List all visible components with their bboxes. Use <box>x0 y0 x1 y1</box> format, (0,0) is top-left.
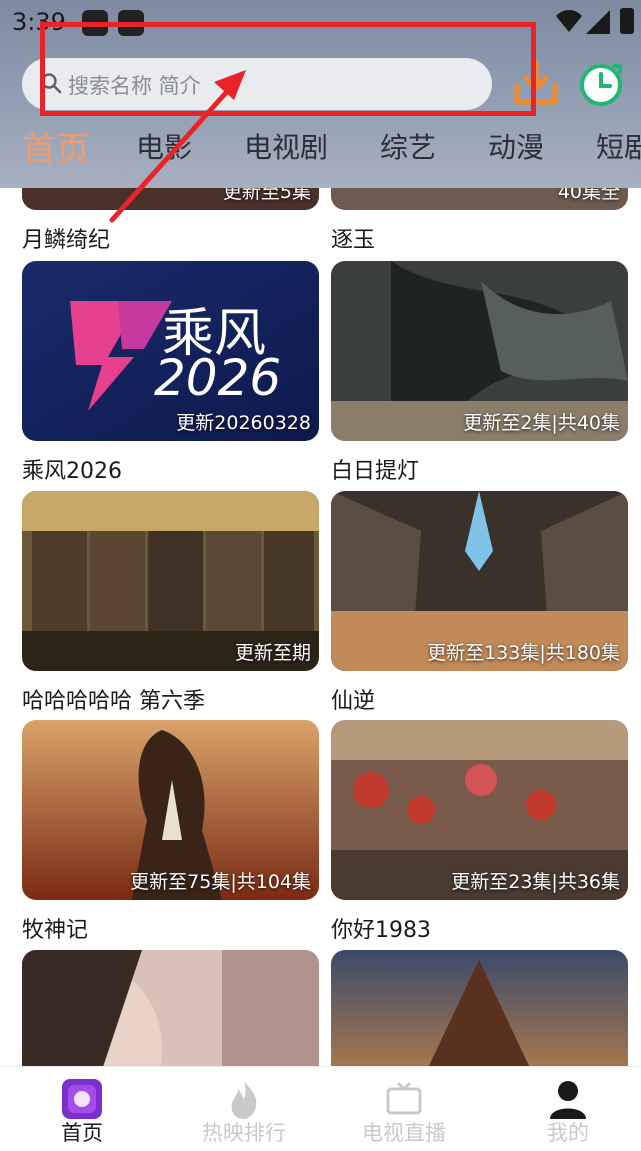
annotation-arrow <box>109 70 246 223</box>
video-thumbnail[interactable] <box>22 950 319 1066</box>
update-badge: 更新至23集|共36集 <box>451 871 620 893</box>
poster-image <box>22 950 319 1066</box>
video-title: 哈哈哈哈哈 第六季 <box>22 689 205 714</box>
video-thumbnail[interactable]: 更新至23集|共36集 <box>331 720 628 900</box>
video-title: 牧神记 <box>22 918 89 943</box>
bottom-navigation: 首页 热映排行 电视直播 我的 <box>0 1066 641 1151</box>
video-thumbnail[interactable]: 更新至期 <box>22 491 319 671</box>
video-title: 白日提灯 <box>331 459 420 484</box>
update-badge: 更新至75集|共104集 <box>130 871 311 893</box>
nav-label: 热映排行 <box>202 1121 286 1145</box>
flame-icon <box>231 1081 257 1119</box>
video-card-3[interactable]: 乘风 2026 更新20260328 乘风2026 <box>22 261 319 484</box>
video-card-7[interactable]: 更新至75集|共104集 牧神记 <box>22 720 319 943</box>
update-badge: 更新至期 <box>234 642 311 664</box>
update-badge: 更新至133集|共180集 <box>427 642 620 664</box>
video-card-8[interactable]: 更新至23集|共36集 你好1983 <box>331 720 628 943</box>
video-card-4[interactable]: 更新至2集|共40集 白日提灯 <box>331 261 628 484</box>
nav-home[interactable]: 首页 <box>2 1067 162 1151</box>
update-badge: 更新20260328 <box>176 412 311 434</box>
app-logo-icon <box>62 1079 102 1119</box>
nav-label: 电视直播 <box>362 1121 446 1145</box>
nav-label: 我的 <box>547 1121 589 1145</box>
video-card-6[interactable]: 更新至133集|共180集 仙逆 <box>331 491 628 714</box>
video-card-10[interactable] <box>331 950 628 1066</box>
poster-year-text: 2026 <box>154 349 282 407</box>
update-badge: 更新至2集|共40集 <box>463 412 620 434</box>
video-title: 你好1983 <box>331 918 431 943</box>
video-card-9[interactable] <box>22 950 319 1066</box>
video-title: 仙逆 <box>331 689 376 714</box>
nav-trending[interactable]: 热映排行 <box>164 1067 324 1151</box>
video-card-5[interactable]: 更新至期 哈哈哈哈哈 第六季 <box>22 491 319 714</box>
video-thumbnail[interactable] <box>331 950 628 1066</box>
nav-tv-live[interactable]: 电视直播 <box>324 1067 484 1151</box>
tv-icon <box>386 1081 422 1115</box>
video-thumbnail[interactable]: 更新至75集|共104集 <box>22 720 319 900</box>
video-thumbnail[interactable]: 乘风 2026 更新20260328 <box>22 261 319 441</box>
user-icon <box>550 1081 586 1119</box>
nav-mine[interactable]: 我的 <box>488 1067 641 1151</box>
poster-image <box>331 950 628 1066</box>
video-thumbnail[interactable]: 更新至2集|共40集 <box>331 261 628 441</box>
video-thumbnail[interactable]: 更新至133集|共180集 <box>331 491 628 671</box>
nav-label: 首页 <box>61 1121 103 1145</box>
video-title: 乘风2026 <box>22 459 122 484</box>
